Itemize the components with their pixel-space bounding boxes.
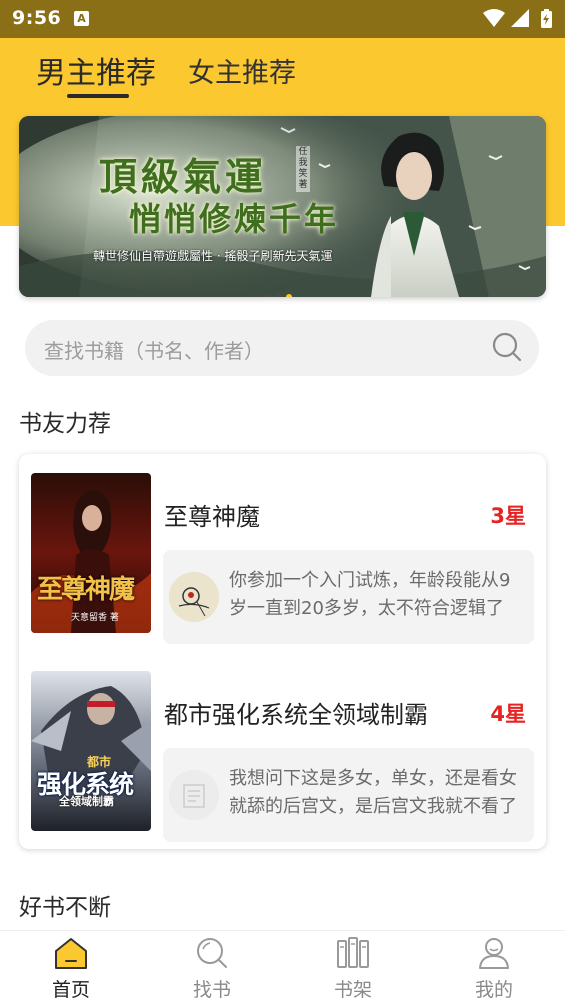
search-icon[interactable] <box>194 935 230 971</box>
bookshelf-icon[interactable] <box>335 935 371 971</box>
book-item[interactable]: 都市 强化系统 全领域制霸 都市强化系统全领域制霸 4星 我想问下这是多女，单女… <box>31 671 534 842</box>
carousel-dot[interactable] <box>276 294 282 297</box>
review-text: 我想问下这是多女，单女，还是看女就舔的后宫文，是后宫文我就不看了 <box>229 768 517 817</box>
section-title-more: 好书不断 <box>19 895 111 921</box>
battery-icon <box>541 9 552 28</box>
recommend-card: 至尊神魔 天意留香 著 至尊神魔 3星 你参加一个入门试炼，年龄段能从9岁一直到… <box>19 454 546 849</box>
reviewer-avatar <box>169 572 219 622</box>
review-text: 你参加一个入门试炼，年龄段能从9岁一直到20多岁，太不符合逻辑了 <box>229 570 511 619</box>
nav-home-label[interactable]: 首页 <box>26 975 116 1002</box>
status-bar: 9:56 A <box>0 0 565 38</box>
cover-author: 天意留香 著 <box>71 613 119 623</box>
user-icon[interactable] <box>476 935 512 971</box>
section-title-recommend: 书友力荐 <box>19 411 111 437</box>
search-icon[interactable] <box>491 331 523 367</box>
book-cover[interactable]: 至尊神魔 天意留香 著 <box>31 473 151 633</box>
book-rating: 4星 <box>490 702 526 726</box>
banner-author: 任我笑著 <box>296 146 310 192</box>
banner-subtitle: 轉世修仙自帶遊戲屬性 · 搖骰子刷新先天氣運 <box>93 249 333 263</box>
bottom-navigation: 首页 找书 书架 我的 <box>0 930 565 1005</box>
banner-carousel[interactable]: 頂級氣運 悄悄修煉千年 任我笑著 轉世修仙自帶遊戲屬性 · 搖骰子刷新先天氣運 <box>19 116 546 297</box>
active-tab-indicator <box>67 94 129 98</box>
carousel-dot-active[interactable] <box>286 294 292 297</box>
nav-profile[interactable]: 我的 <box>449 931 539 1005</box>
nav-home[interactable]: 首页 <box>26 931 116 1005</box>
nav-find-books[interactable]: 找书 <box>167 931 257 1005</box>
banner-title-line1: 頂級氣運 <box>99 154 268 199</box>
search-placeholder[interactable]: 查找书籍（书名、作者） <box>44 335 264 364</box>
book-title[interactable]: 都市强化系统全领域制霸 <box>164 695 428 730</box>
book-rating: 3星 <box>490 504 526 528</box>
home-icon[interactable] <box>53 935 89 971</box>
carousel-dots <box>266 285 296 297</box>
cover-title: 至尊神魔 <box>37 575 135 605</box>
notification-icon: A <box>74 11 89 26</box>
signal-icon <box>511 9 529 27</box>
status-icons <box>483 8 555 30</box>
banner-title-line2: 悄悄修煉千年 <box>129 200 340 238</box>
reviewer-avatar <box>169 770 219 820</box>
cover-subtitle: 全领域制霸 <box>59 795 114 808</box>
tab-female-recommend[interactable]: 女主推荐 <box>188 51 296 90</box>
book-title[interactable]: 至尊神魔 <box>164 497 260 532</box>
search-bar[interactable]: 查找书籍（书名、作者） <box>25 320 539 376</box>
nav-profile-label[interactable]: 我的 <box>449 975 539 1002</box>
review-snippet[interactable]: 我想问下这是多女，单女，还是看女就舔的后宫文，是后宫文我就不看了 <box>163 748 534 842</box>
book-item[interactable]: 至尊神魔 天意留香 著 至尊神魔 3星 你参加一个入门试炼，年龄段能从9岁一直到… <box>31 473 534 644</box>
wifi-icon <box>483 9 505 27</box>
status-time: 9:56 <box>12 7 62 29</box>
tab-male-recommend[interactable]: 男主推荐 <box>36 48 156 92</box>
carousel-dot[interactable] <box>266 294 272 297</box>
review-snippet[interactable]: 你参加一个入门试炼，年龄段能从9岁一直到20多岁，太不符合逻辑了 <box>163 550 534 644</box>
book-cover[interactable]: 都市 强化系统 全领域制霸 <box>31 671 151 831</box>
nav-bookshelf[interactable]: 书架 <box>308 931 398 1005</box>
nav-find-books-label[interactable]: 找书 <box>167 975 257 1002</box>
nav-bookshelf-label[interactable]: 书架 <box>308 975 398 1002</box>
